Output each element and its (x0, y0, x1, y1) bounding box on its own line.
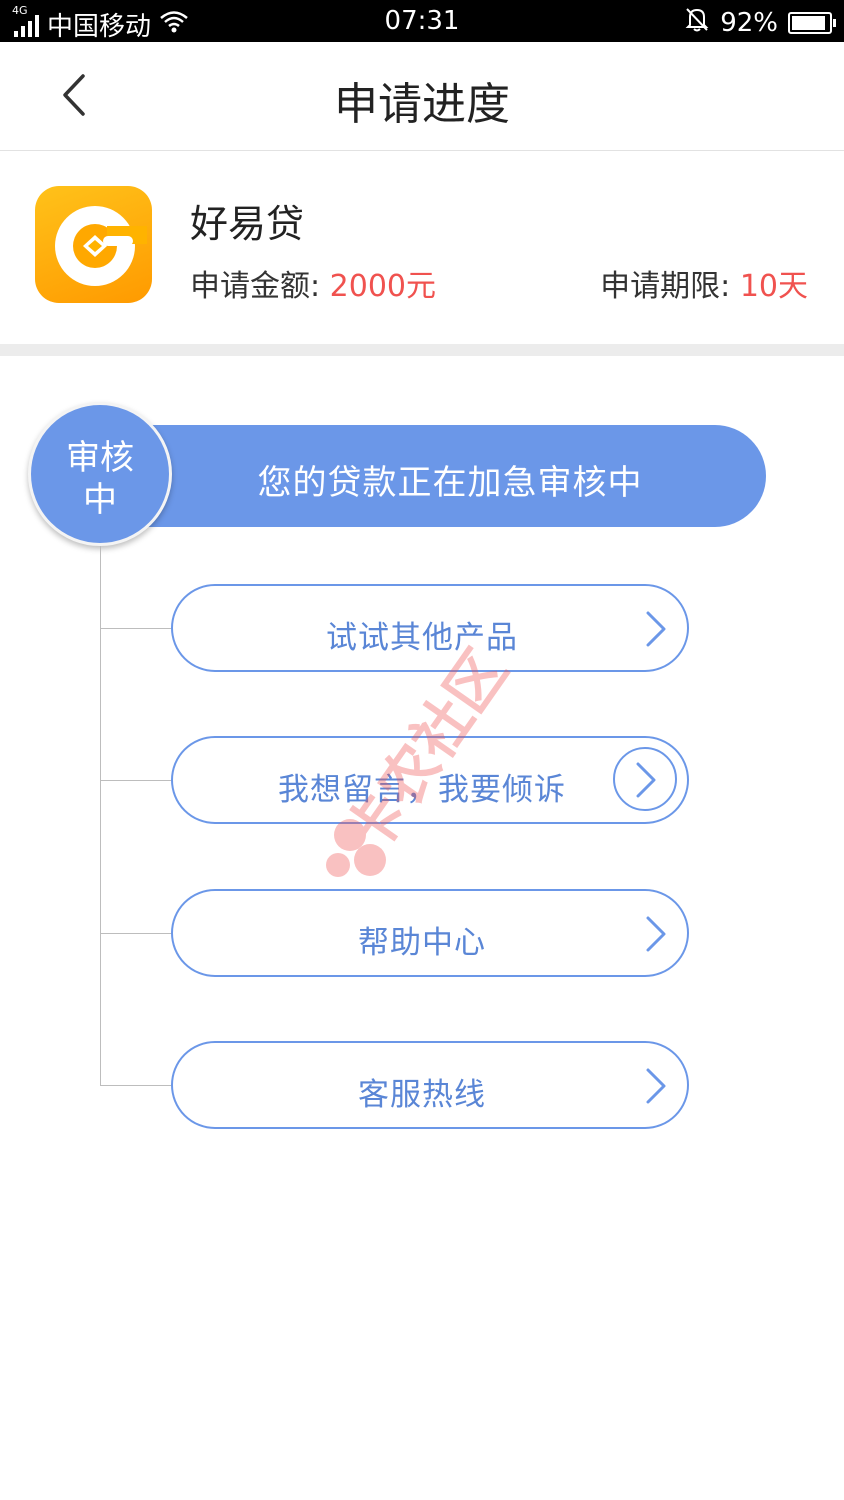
amount-value: 2000元 (329, 269, 437, 304)
option-try-other-products[interactable]: 试试其他产品 (171, 584, 689, 672)
product-name: 好易贷 (190, 202, 305, 246)
status-badge-text: 审核中 (66, 438, 134, 520)
option-help-center[interactable]: 帮助中心 (171, 889, 689, 977)
option-label: 试试其他产品 (326, 620, 518, 656)
tree-vertical-line (100, 546, 101, 1086)
chevron-right-circle-icon (613, 747, 677, 811)
battery-icon (788, 11, 836, 34)
battery-percent: 92% (720, 7, 778, 38)
option-customer-hotline[interactable]: 客服热线 (171, 1041, 689, 1129)
tree-branch-line (100, 780, 172, 781)
option-label: 帮助中心 (358, 925, 486, 961)
page-title: 申请进度 (334, 79, 510, 130)
chevron-right-icon (646, 1068, 666, 1104)
term-value: 10天 (739, 269, 808, 304)
tree-branch-line (100, 628, 172, 629)
term-label: 申请期限: (600, 269, 740, 304)
status-bar: 4G 中国移动 07:31 92% (0, 0, 844, 42)
status-message: 您的贷款正在加急审核中 (257, 463, 643, 503)
status-badge: 审核中 (28, 402, 172, 546)
product-card: 好易贷 申请金额: 2000元 申请期限: 10天 (0, 151, 844, 344)
status-banner: 您的贷款正在加急审核中 (110, 425, 766, 527)
option-leave-message[interactable]: 我想留言，我要倾诉 (171, 736, 689, 824)
apply-amount: 申请金额: 2000元 (190, 261, 436, 305)
tree-branch-line (100, 933, 172, 934)
option-label: 我想留言，我要倾诉 (278, 772, 566, 808)
bell-muted-icon (684, 6, 710, 39)
option-label: 客服热线 (358, 1077, 486, 1113)
app-logo (35, 186, 152, 303)
apply-term: 申请期限: 10天 (600, 261, 808, 305)
section-divider (0, 344, 844, 356)
amount-label: 申请金额: (190, 269, 330, 304)
status-right: 92% (684, 6, 836, 39)
nav-header: 申请进度 (0, 42, 844, 151)
chevron-right-icon (646, 916, 666, 952)
tree-branch-line (100, 1085, 172, 1086)
chevron-right-icon (646, 611, 666, 647)
